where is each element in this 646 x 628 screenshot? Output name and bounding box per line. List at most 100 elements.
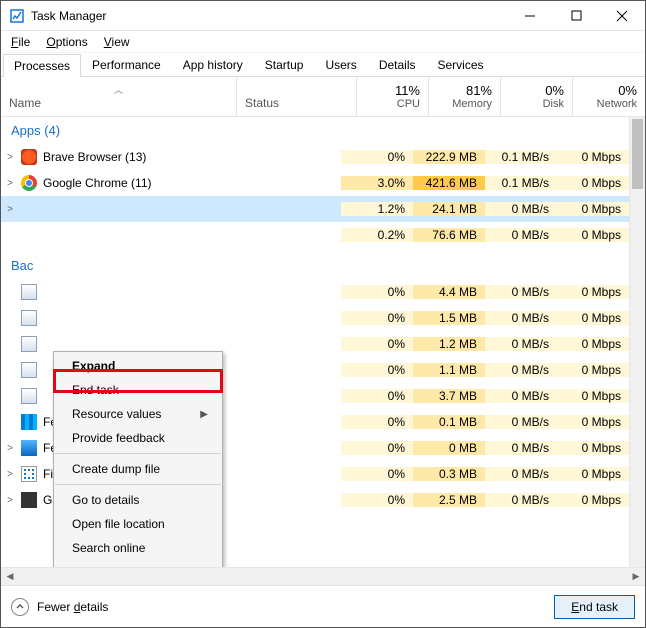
memory-cell: 2.5 MB (413, 493, 485, 507)
group-apps[interactable]: Apps (4) (1, 117, 629, 144)
col-status[interactable]: Status (237, 77, 357, 116)
memory-cell: 1.2 MB (413, 337, 485, 351)
menu-view[interactable]: View (96, 33, 138, 51)
expand-icon[interactable]: > (5, 495, 15, 506)
col-network[interactable]: 0%Network (573, 77, 645, 116)
generic-icon (21, 284, 37, 300)
dark-icon (21, 492, 37, 508)
ctx-open-file-location[interactable]: Open file location (54, 512, 222, 536)
process-name: Brave Browser (13) (43, 150, 146, 164)
vertical-scrollbar[interactable] (629, 117, 645, 567)
group-background[interactable]: Bac (1, 248, 629, 279)
generic-icon (21, 310, 37, 326)
ctx-expand[interactable]: Expand (54, 354, 222, 378)
horizontal-scrollbar[interactable]: ◀ ▶ (1, 567, 645, 585)
tab-users[interactable]: Users (314, 53, 367, 76)
network-cell: 0 Mbps (557, 337, 629, 351)
title-bar: Task Manager (1, 1, 645, 31)
cpu-cell: 0% (341, 311, 413, 325)
generic-icon (21, 362, 37, 378)
generic-icon (21, 336, 37, 352)
tab-performance[interactable]: Performance (81, 53, 172, 76)
col-memory[interactable]: 81%Memory (429, 77, 501, 116)
network-cell: 0 Mbps (557, 389, 629, 403)
tab-processes[interactable]: Processes (3, 54, 81, 77)
ctx-properties[interactable]: Properties (54, 560, 222, 567)
sort-indicator-icon: ︿ (9, 83, 228, 96)
memory-cell: 24.1 MB (413, 202, 485, 216)
tab-details[interactable]: Details (368, 53, 427, 76)
maximize-button[interactable] (553, 1, 599, 31)
ctx-search-online[interactable]: Search online (54, 536, 222, 560)
cpu-cell: 0% (341, 150, 413, 164)
column-headers: ︿ Name Status 11%CPU 81%Memory 0%Disk 0%… (1, 77, 645, 117)
fewer-details-button[interactable]: Fewer details (11, 598, 108, 616)
col-name[interactable]: ︿ Name (1, 77, 237, 116)
menu-options[interactable]: Options (38, 33, 95, 51)
process-row[interactable]: >1.2%24.1 MB0 MB/s0 Mbps (1, 196, 629, 222)
disk-cell: 0 MB/s (485, 285, 557, 299)
tab-app-history[interactable]: App history (172, 53, 254, 76)
hscroll-right-icon[interactable]: ▶ (627, 568, 645, 585)
expand-icon[interactable]: > (5, 443, 15, 454)
process-row[interactable]: >0.2%76.6 MB0 MB/s0 Mbps (1, 222, 629, 248)
memory-cell: 3.7 MB (413, 389, 485, 403)
tab-services[interactable]: Services (427, 53, 495, 76)
disk-cell: 0 MB/s (485, 493, 557, 507)
cpu-cell: 0% (341, 493, 413, 507)
process-row[interactable]: >Brave Browser (13)0%222.9 MB0.1 MB/s0 M… (1, 144, 629, 170)
memory-cell: 76.6 MB (413, 228, 485, 242)
window-title: Task Manager (31, 9, 507, 23)
col-disk[interactable]: 0%Disk (501, 77, 573, 116)
menu-file[interactable]: File (3, 33, 38, 51)
memory-cell: 0.3 MB (413, 467, 485, 481)
end-task-button[interactable]: End task (554, 595, 635, 619)
close-button[interactable] (599, 1, 645, 31)
tab-startup[interactable]: Startup (254, 53, 315, 76)
cpu-cell: 0% (341, 467, 413, 481)
process-name: Google Chrome (11) (43, 176, 152, 190)
ctx-resource-values[interactable]: Resource values▶ (54, 402, 222, 426)
ctx-create-dump-file[interactable]: Create dump file (54, 457, 222, 481)
brave-icon (21, 149, 37, 165)
process-list: Apps (4) >Brave Browser (13)0%222.9 MB0.… (1, 117, 645, 567)
cpu-cell: 0% (341, 389, 413, 403)
memory-cell: 4.4 MB (413, 285, 485, 299)
disk-cell: 0 MB/s (485, 311, 557, 325)
disk-cell: 0 MB/s (485, 202, 557, 216)
col-cpu[interactable]: 11%CPU (357, 77, 429, 116)
feeds-icon (21, 440, 37, 456)
process-row[interactable]: >0%1.5 MB0 MB/s0 Mbps (1, 305, 629, 331)
expand-icon[interactable]: > (5, 178, 15, 189)
scrollbar-thumb[interactable] (632, 119, 643, 189)
expand-icon[interactable]: > (5, 152, 15, 163)
network-cell: 0 Mbps (557, 150, 629, 164)
memory-cell: 421.6 MB (413, 176, 485, 190)
memory-cell: 1.5 MB (413, 311, 485, 325)
context-menu: Expand End task Resource values▶ Provide… (53, 351, 223, 567)
network-cell: 0 Mbps (557, 228, 629, 242)
ctx-end-task[interactable]: End task (54, 378, 222, 402)
task-manager-window: Task Manager File Options View Processes… (0, 0, 646, 628)
menu-bar: File Options View (1, 31, 645, 53)
tabs: Processes Performance App history Startu… (1, 53, 645, 77)
cpu-cell: 0.2% (341, 228, 413, 242)
hscroll-left-icon[interactable]: ◀ (1, 568, 19, 585)
cpu-cell: 1.2% (341, 202, 413, 216)
network-cell: 0 Mbps (557, 467, 629, 481)
ctx-go-to-details[interactable]: Go to details (54, 488, 222, 512)
flag-icon (21, 414, 37, 430)
expand-icon[interactable]: > (5, 204, 15, 215)
minimize-button[interactable] (507, 1, 553, 31)
network-cell: 0 Mbps (557, 311, 629, 325)
process-row[interactable]: >0%4.4 MB0 MB/s0 Mbps (1, 279, 629, 305)
disk-cell: 0.1 MB/s (485, 150, 557, 164)
network-cell: 0 Mbps (557, 415, 629, 429)
process-row[interactable]: >Google Chrome (11)3.0%421.6 MB0.1 MB/s0… (1, 170, 629, 196)
ctx-separator (55, 453, 221, 454)
ctx-provide-feedback[interactable]: Provide feedback (54, 426, 222, 450)
expand-icon[interactable]: > (5, 469, 15, 480)
network-cell: 0 Mbps (557, 363, 629, 377)
footer: Fewer details End task (1, 585, 645, 627)
cpu-cell: 0% (341, 415, 413, 429)
